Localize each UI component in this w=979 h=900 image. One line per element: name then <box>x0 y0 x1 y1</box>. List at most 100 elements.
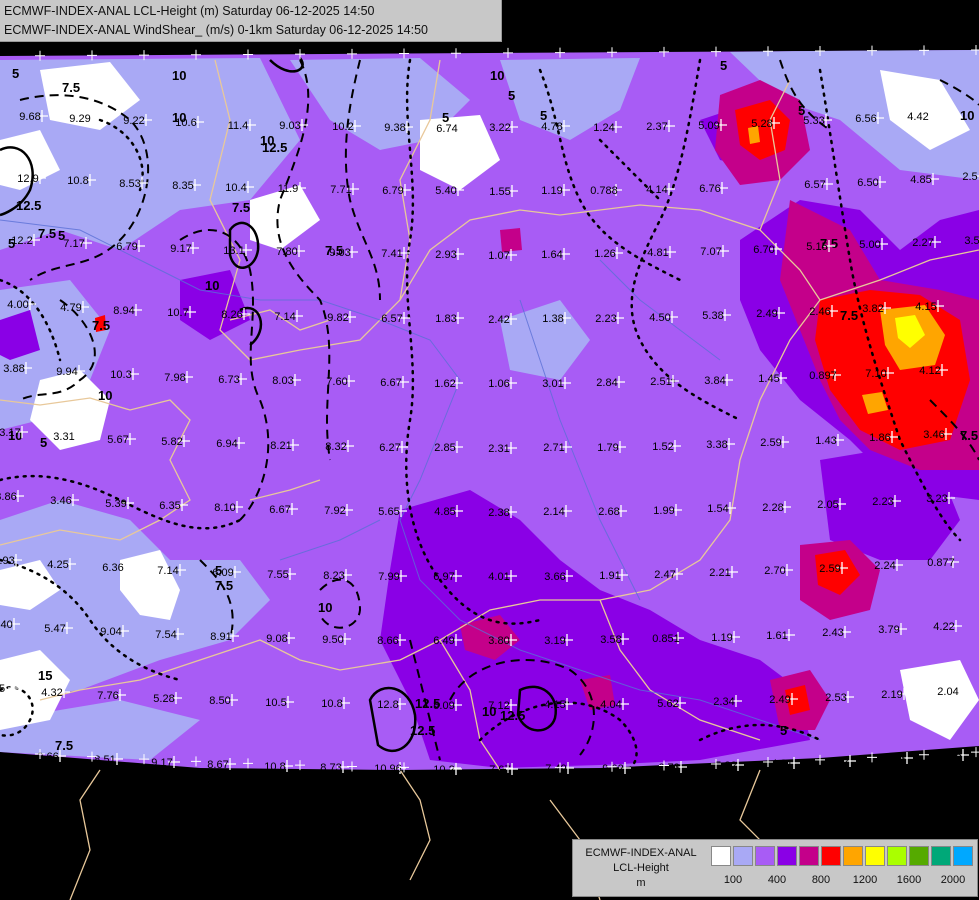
station-value: 1.64 <box>541 249 562 261</box>
station-value: 10.8 <box>67 175 88 187</box>
station-value: 4.95 <box>940 750 961 762</box>
legend-swatch <box>799 846 819 866</box>
station-value: 1.86 <box>869 432 890 444</box>
station-value: 1.07 <box>488 250 509 262</box>
station-value: 7.17 <box>63 238 84 250</box>
station-value: 8.21 <box>270 440 291 452</box>
station-value: 9.17 <box>170 243 191 255</box>
station-value: 8.23 <box>323 570 344 582</box>
legend-swatch <box>755 846 775 866</box>
contour-label: 12.5 <box>262 140 287 155</box>
station-value: 1.55 <box>489 186 510 198</box>
station-value: 6.67 <box>380 377 401 389</box>
station-value: 3.40 <box>0 619 13 631</box>
station-value: 10.2 <box>332 121 353 133</box>
station-value: 2.47 <box>654 569 675 581</box>
station-value: 5.67 <box>107 434 128 446</box>
station-value: 8.03 <box>272 375 293 387</box>
legend-swatch <box>843 846 863 866</box>
station-value: 8.67 <box>207 759 228 771</box>
station-value: 9.03 <box>329 247 350 259</box>
station-value: 13.1 <box>223 245 244 257</box>
station-value: 7.92 <box>324 505 345 517</box>
legend-title: ECMWF-INDEX-ANAL LCL-Height m <box>573 846 709 891</box>
station-value: 6.36 <box>102 562 123 574</box>
contour-label: 5 <box>508 88 515 103</box>
station-value: 1.83 <box>435 313 456 325</box>
station-value: 5.40 <box>435 185 456 197</box>
station-value: 1.45 <box>758 373 779 385</box>
station-value: 8.35 <box>172 180 193 192</box>
legend-label: 1600 <box>896 874 922 886</box>
station-value: 3.58 <box>600 634 621 646</box>
map-header: ECMWF-INDEX-ANAL LCL-Height (m) Saturday… <box>0 0 502 42</box>
station-value: 6.27 <box>379 442 400 454</box>
station-value: 4.04 <box>600 699 621 711</box>
station-value: 6.74 <box>436 123 457 135</box>
station-value: 4.78 <box>541 121 562 133</box>
station-value: 7.76 <box>97 690 118 702</box>
weather-map: 7.5 10 5 10 10 5 7.55 5 5 12.5 12.5 7.5 10 12.5 5 10 5 7.… <box>0 0 979 900</box>
station-value: 4.32 <box>41 687 62 699</box>
station-value: 8.66 <box>377 635 398 647</box>
contour-label: 15 <box>38 668 52 683</box>
contour-label: 7.5 <box>960 428 978 443</box>
station-value: 8.73 <box>320 762 341 774</box>
station-value: 5.47 <box>44 623 65 635</box>
station-value: 12.2 <box>11 235 32 247</box>
station-value: 2.46 <box>809 306 830 318</box>
legend-title-line-1: ECMWF-INDEX-ANAL <box>585 847 697 859</box>
station-value: 10.4 <box>225 182 246 194</box>
station-value: 4.85 <box>910 174 931 186</box>
station-value: 7.71 <box>330 184 351 196</box>
legend-swatch <box>953 846 973 866</box>
station-value: 6.76 <box>699 183 720 195</box>
contour-label: 7.5 <box>215 578 233 593</box>
station-value: 9.68 <box>19 111 40 123</box>
station-value: 4.81 <box>647 247 668 259</box>
contour-label: 5 <box>12 66 19 81</box>
station-value: 9.38 <box>384 122 405 134</box>
legend-label: 100 <box>723 874 743 886</box>
station-value: 12.8 <box>377 699 398 711</box>
station-value: 1.43 <box>815 435 836 447</box>
station-value: 4.01 <box>488 571 509 583</box>
station-value: 7.55 <box>267 569 288 581</box>
station-value: 1.52 <box>652 441 673 453</box>
station-value: 6.50 <box>857 177 878 189</box>
station-value: 1.91 <box>599 570 620 582</box>
station-value: 5.33 <box>803 115 824 127</box>
station-value: 8.94 <box>113 305 134 317</box>
contour-label: 10 <box>490 68 504 83</box>
station-value: 1.79 <box>597 442 618 454</box>
station-value: 2.14 <box>543 506 564 518</box>
station-point: 0.877 <box>927 556 959 569</box>
station-value: 3.80 <box>488 635 509 647</box>
station-value: 1.19 <box>541 185 562 197</box>
station-value: 9.02 <box>602 763 623 775</box>
station-value: 1.99 <box>653 505 674 517</box>
station-value: 5.39 <box>105 498 126 510</box>
station-value: 4.79 <box>60 302 81 314</box>
station-value: 10.6 <box>175 117 196 129</box>
station-point: 3.5 <box>964 235 979 247</box>
station-value: 3.46 <box>50 495 71 507</box>
contour-label: 5 <box>40 435 47 450</box>
station-value: 9.29 <box>69 113 90 125</box>
station-value: 6.73 <box>658 762 679 774</box>
station-value: 5.00 <box>859 239 880 251</box>
station-value: 9.17 <box>151 757 172 769</box>
station-value: 7.10 <box>865 368 886 380</box>
station-value: 2.34 <box>713 696 734 708</box>
station-value: 1.26 <box>594 248 615 260</box>
station-value: 3.53 <box>884 753 905 765</box>
station-value: 4.00 <box>7 299 28 311</box>
legend-swatch <box>777 846 797 866</box>
contour-label: 7.5 <box>62 80 80 95</box>
legend-swatch <box>865 846 885 866</box>
station-value: 0.788 <box>590 185 618 197</box>
station-value: 8.91 <box>210 631 231 643</box>
station-value: 3.82 <box>862 303 883 315</box>
station-value: 2.53 <box>825 692 846 704</box>
contour-label: 12.5 <box>16 198 41 213</box>
